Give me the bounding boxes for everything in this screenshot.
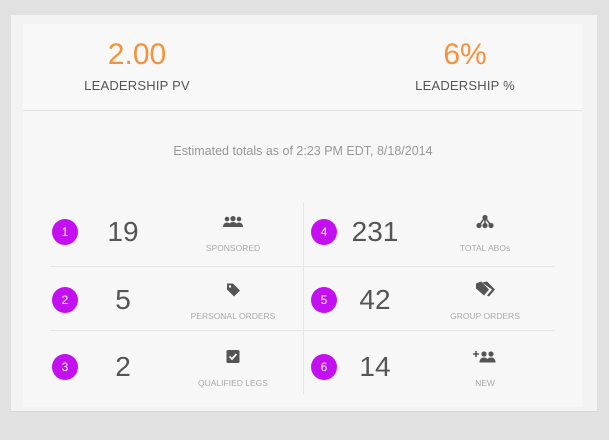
stat-label: TOTAL ABOs: [459, 243, 511, 253]
stat-label: QUALIFIED LEGS: [198, 378, 268, 388]
step-badge: 3: [52, 354, 78, 380]
stat-value: 231: [351, 216, 399, 247]
network-icon: [476, 214, 494, 234]
stat-label: SPONSORED: [205, 243, 261, 253]
stat-value: 5: [115, 284, 131, 315]
step-badge: 6: [311, 354, 337, 380]
add-people-icon: [473, 350, 497, 368]
step-badge: 5: [311, 287, 337, 313]
checkbox-icon: [226, 350, 240, 369]
step-badge: 4: [311, 219, 337, 245]
stat-label: GROUP ORDERS: [450, 311, 520, 321]
tags-icon: [474, 281, 496, 304]
leadership-pv-label: LEADERSHIP PV: [84, 78, 190, 93]
column-divider: [303, 202, 304, 394]
people-group-icon: [222, 215, 244, 233]
stat-value: 19: [107, 216, 139, 247]
stat-label: PERSONAL ORDERS: [190, 311, 276, 321]
stat-value: 2: [115, 351, 131, 382]
stat-label: NEW: [475, 378, 495, 388]
leadership-summary: 2.00 LEADERSHIP PV 6% LEADERSHIP %: [23, 24, 582, 111]
tag-icon: [225, 282, 241, 303]
leadership-pct-label: LEADERSHIP %: [415, 78, 515, 93]
stat-value: 14: [359, 351, 391, 382]
estimate-timestamp: Estimated totals as of 2:23 PM EDT, 8/18…: [173, 144, 433, 158]
step-badge: 1: [52, 219, 78, 245]
step-badge: 2: [52, 287, 78, 313]
stat-value: 42: [359, 284, 391, 315]
leadership-pct-value: 6%: [443, 38, 487, 71]
leadership-pv-value: 2.00: [107, 38, 167, 71]
